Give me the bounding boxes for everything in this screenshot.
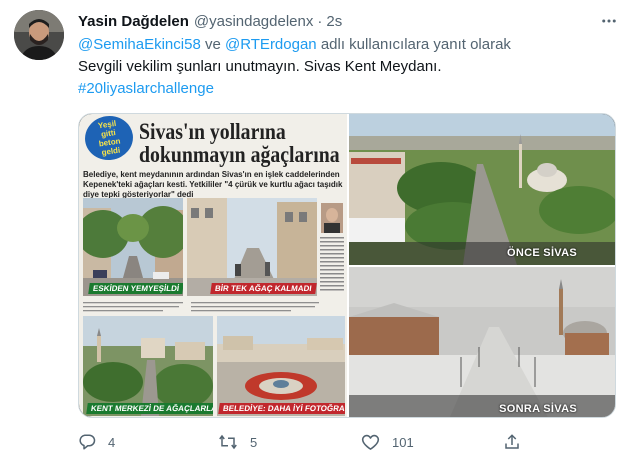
reply-connector: ve bbox=[204, 36, 221, 53]
newspaper-badge: Yeşil gitti beton geldi bbox=[82, 114, 136, 164]
newspaper-photo-after: BİR TEK AĞAÇ KALMADI bbox=[187, 198, 317, 296]
mention-link[interactable]: @SemihaEkinci58 bbox=[78, 36, 201, 53]
newspaper-column bbox=[319, 201, 345, 301]
headline-line: Sivas'ın yollarına bbox=[139, 119, 286, 144]
photo-caption: BELEDİYE: DAHA İYİ FOTOĞRAF ÇEKİLİYOR bbox=[218, 403, 345, 414]
reply-icon bbox=[78, 433, 96, 451]
like-count: 101 bbox=[392, 434, 414, 450]
badge-line: geldi bbox=[100, 145, 121, 158]
media-divider bbox=[349, 265, 615, 267]
display-name[interactable]: Yasin Dağdelen bbox=[78, 13, 189, 30]
photo-caption: ESKİDEN YEMYEŞİLDİ bbox=[88, 283, 183, 294]
after-label: SONRA SİVAS bbox=[499, 403, 577, 415]
share-button[interactable] bbox=[503, 431, 521, 453]
action-bar: 4 5 101 bbox=[78, 431, 558, 453]
photo-caption: BİR TEK AĞAÇ KALMADI bbox=[210, 283, 317, 294]
tweet-media[interactable]: Yeşil gitti beton geldi Sivas'ın yolları… bbox=[78, 113, 616, 418]
timestamp[interactable]: 2s bbox=[326, 13, 342, 30]
tweet-text: Sevgili vekilim şunları unutmayın. Sivas… bbox=[78, 58, 442, 75]
hashtag-link[interactable]: #20liyaslarchallenge bbox=[78, 80, 214, 97]
before-photo[interactable]: ÖNCE SİVAS bbox=[349, 114, 615, 265]
user-handle[interactable]: @yasindagdelenx bbox=[194, 13, 313, 30]
mention-link[interactable]: @RTErdogan bbox=[225, 36, 317, 53]
before-label: ÖNCE SİVAS bbox=[506, 247, 577, 259]
like-button[interactable]: 101 bbox=[361, 431, 414, 453]
newspaper-photo-square: BELEDİYE: DAHA İYİ FOTOĞRAF ÇEKİLİYOR bbox=[217, 316, 345, 416]
headline-line: dokunmayın ağaçlarına bbox=[139, 142, 340, 167]
heart-icon bbox=[361, 433, 380, 451]
after-photo[interactable]: SONRA SİVAS bbox=[349, 267, 615, 417]
reply-context: @SemihaEkinci58 ve @RTErdogan adlı kulla… bbox=[78, 36, 511, 53]
newspaper-photo-aerial: KENT MERKEZİ DE AĞAÇLARLA DOLUYDU bbox=[83, 316, 213, 416]
retweet-icon bbox=[218, 433, 238, 451]
photo-caption: KENT MERKEZİ DE AĞAÇLARLA DOLUYDU bbox=[86, 403, 213, 414]
retweet-button[interactable]: 5 bbox=[218, 431, 257, 453]
newspaper-photo-before: ESKİDEN YEMYEŞİLDİ bbox=[83, 198, 183, 296]
separator: · bbox=[317, 12, 323, 30]
newspaper-lead: Belediye, kent meydanının ardından Sivas… bbox=[83, 170, 343, 199]
reply-count: 4 bbox=[108, 434, 116, 450]
newspaper-headline: Sivas'ın yollarına dokunmayın ağaçlarına bbox=[139, 120, 347, 168]
avatar[interactable] bbox=[14, 10, 64, 60]
newspaper-image[interactable]: Yeşil gitti beton geldi Sivas'ın yolları… bbox=[79, 114, 347, 417]
reply-suffix: adlı kullanıcılara yanıt olarak bbox=[320, 36, 511, 53]
reply-button[interactable]: 4 bbox=[78, 431, 115, 453]
retweet-count: 5 bbox=[250, 434, 258, 450]
newspaper-text-block bbox=[83, 300, 319, 314]
share-icon bbox=[503, 433, 521, 451]
tweet-header: Yasin Dağdelen @yasindagdelenx · 2s bbox=[78, 10, 342, 32]
more-options-icon[interactable] bbox=[597, 10, 621, 32]
